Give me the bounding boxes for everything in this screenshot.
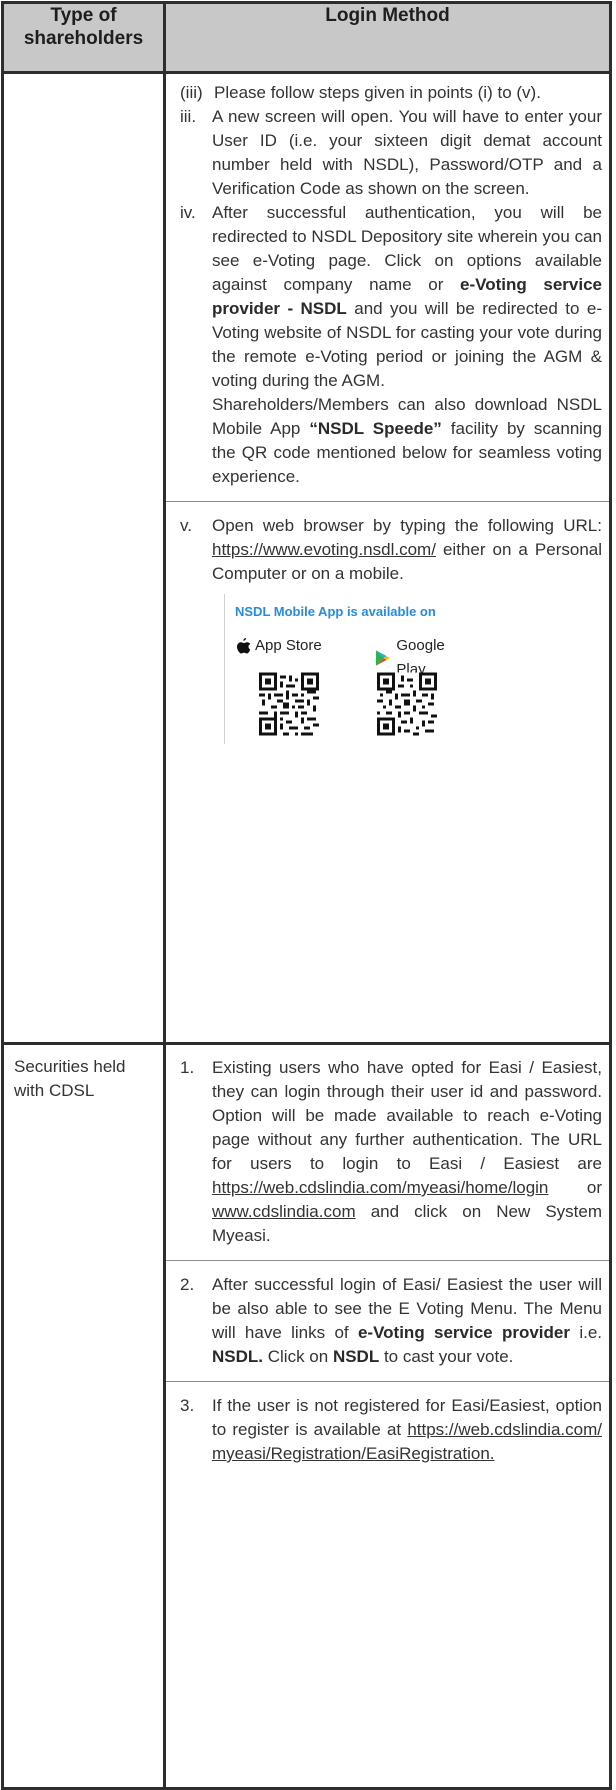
step-text: After successful login of Easi/ Easiest … (212, 1273, 602, 1369)
step-text: After successful authentication, you wil… (212, 201, 602, 489)
step-text: Existing users who have opted for Easi /… (212, 1056, 602, 1248)
document-page: Type of shareholders Login Method (iii) … (0, 0, 616, 1790)
header-login-label: Login Method (325, 5, 450, 26)
step-text: Please follow steps given in points (i) … (214, 83, 541, 102)
header-type-of-shareholders: Type of shareholders (1, 1, 166, 74)
cdsl-step-1: 1. Existing users who have opted for Eas… (180, 1056, 602, 1248)
step-number: 1. (180, 1058, 195, 1077)
login-cell-nsdl: (iii) Please follow steps given in point… (163, 71, 612, 1045)
google-play-qr-code (377, 672, 437, 736)
type-cell-empty (1, 71, 166, 1045)
step-text-part: i.e. (579, 1323, 602, 1342)
step-number: 3. (180, 1396, 195, 1415)
step-v-open-browser: v. Open web browser by typing the follow… (180, 514, 602, 586)
google-play-icon (375, 650, 390, 666)
evoting-nsdl-link[interactable]: https://www.evoting.nsdl.com/ (212, 540, 436, 559)
step-number: (iii) (180, 83, 203, 102)
app-store-button[interactable]: App Store (235, 634, 322, 658)
table-row-cdsl: Securities held with CDSL 1. Existing us… (1, 1042, 612, 1790)
step-iv-authentication: iv. After successful authentication, you… (180, 201, 602, 489)
type-cell-cdsl: Securities held with CDSL (1, 1042, 166, 1790)
step-text: Open web browser by typing the following… (212, 514, 602, 586)
step-number: iv. (180, 203, 196, 222)
step-number: 2. (180, 1275, 195, 1294)
nsdl-mobile-app-badge: NSDL Mobile App is available on App Stor… (224, 594, 475, 744)
step-text-bold: NSDL. (212, 1347, 263, 1366)
step-text-part: to cast your vote. (383, 1347, 514, 1366)
step-text-part: Open web browser by typing the following… (212, 516, 602, 535)
step-number: iii. (180, 107, 197, 126)
step-text: If the user is not registered for Easi/E… (212, 1394, 602, 1466)
step-text-bold: NSDL (332, 1347, 380, 1366)
step-text-part: Click on (267, 1347, 329, 1366)
step-number: v. (180, 516, 192, 535)
cdsl-step-2: 2. After successful login of Easi/ Easie… (180, 1273, 602, 1369)
step-text-bold: “NSDL Speede” (309, 419, 442, 438)
login-method-table: Type of shareholders Login Method (iii) … (1, 1, 612, 1790)
app-badge-title: NSDL Mobile App is available on (235, 604, 436, 619)
app-store-qr-code (259, 672, 319, 736)
step-iii-follow: (iii) Please follow steps given in point… (180, 81, 602, 105)
cdsl-myeasi-login-link[interactable]: https://web.cdslindia.com/myeasi/home/lo… (212, 1178, 548, 1197)
speede-paragraph: Shareholders/Members can also download N… (212, 395, 602, 486)
cdsl-home-link[interactable]: www.cdslindia.com (212, 1202, 356, 1221)
header-login-method: Login Method (163, 1, 612, 74)
step-text-part: or (586, 1178, 602, 1197)
app-store-label: App Store (255, 637, 322, 654)
cdsl-step-3: 3. If the user is not registered for Eas… (180, 1394, 602, 1466)
shareholder-type-label: Securities held with CDSL (14, 1057, 126, 1100)
step-text-part: Existing users who have opted for Easi /… (212, 1058, 602, 1173)
table-header-row: Type of shareholders Login Method (1, 1, 612, 74)
table-row-nsdl: (iii) Please follow steps given in point… (1, 71, 612, 1045)
apple-icon (237, 638, 251, 654)
step-text-bold: e-Voting service provider (357, 1323, 570, 1342)
header-type-label: Type of shareholders (23, 5, 144, 49)
login-cell-cdsl: 1. Existing users who have opted for Eas… (163, 1042, 612, 1790)
step-iii-new-screen: iii. A new screen will open. You will ha… (180, 105, 602, 201)
step-text: A new screen will open. You will have to… (212, 107, 602, 198)
